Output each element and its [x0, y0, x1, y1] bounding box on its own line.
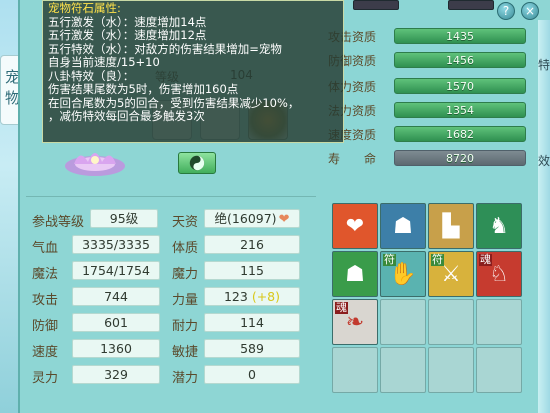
heart-shield-skill-icon: ❤	[345, 213, 365, 239]
mana-aptitude-row: 法力资质 1354	[328, 101, 526, 119]
attack-value: 744	[72, 287, 160, 306]
skill-slot[interactable]: 符 ✋	[380, 251, 426, 297]
skill-slot[interactable]: ♞	[476, 203, 522, 249]
stat-value-bar: 1570	[394, 78, 526, 94]
tooltip-line: ，减伤特效每回合最多触发3次	[48, 109, 205, 123]
tooltip-line: 五行特效（水）：对敌方的伤害结果增加=宠物	[48, 41, 282, 56]
talisman-hand-skill-icon: ✋	[389, 261, 417, 287]
attr-label: 攻击	[32, 293, 59, 308]
lifespan-label-char: 寿	[328, 151, 341, 166]
edge-text: 效	[538, 154, 550, 168]
lifespan-row: 寿 命 8720	[328, 149, 526, 167]
stat-value-bar: 1354	[394, 102, 526, 118]
beast-skill-icon: ♘	[489, 261, 509, 287]
talent-value: 绝(16097)	[214, 211, 277, 226]
spirit-value: 329	[72, 365, 160, 384]
constitution-value: 216	[204, 235, 300, 254]
lifespan-label-char: 命	[363, 151, 376, 166]
right-edge-decoration	[538, 20, 550, 413]
deer-skill-icon: ♞	[489, 213, 509, 239]
attr-label: 灵力	[32, 371, 59, 386]
strength-bonus: (+8)	[251, 289, 281, 304]
agility-value: 589	[204, 339, 300, 358]
skill-slot[interactable]: ☗	[332, 251, 378, 297]
mana-value: 1754/1754	[72, 261, 160, 280]
skill-slot-empty[interactable]	[428, 299, 474, 345]
top-thumbnail	[448, 0, 494, 10]
phoenix-skill-icon: ❧	[345, 309, 365, 335]
skill-slot-empty[interactable]	[476, 299, 522, 345]
talent-value-box: 绝(16097) ❤	[204, 209, 300, 228]
heart-icon: ❤	[278, 212, 290, 227]
tooltip-line: 八卦特效（良）：	[48, 68, 135, 83]
magic-value: 115	[204, 261, 300, 280]
stat-value-bar: 1456	[394, 52, 526, 68]
yin-yang-icon	[189, 155, 205, 171]
tooltip-line: 伤害结果尾数为5时，伤害增加160点	[48, 82, 239, 96]
strength-value-box: 123 (+8)	[204, 287, 300, 306]
attr-label: 速度	[32, 345, 59, 360]
skill-slot-empty[interactable]	[380, 347, 426, 393]
skill-slot[interactable]: 魂 ❧	[332, 299, 378, 345]
lifespan-value-bar: 8720	[394, 150, 526, 166]
join-level-value: 95级	[90, 209, 158, 228]
speed-value: 1360	[72, 339, 160, 358]
skill-grid: ❤ ☗ ▙ ♞ ☗ 符 ✋ 符 ⚔ 魂 ♘ 魂 ❧	[332, 203, 524, 395]
hp-value: 3335/3335	[72, 235, 160, 254]
green-giant-skill-icon: ☗	[345, 261, 365, 287]
hp-aptitude-row: 体力资质 1570	[328, 77, 526, 95]
skill-slot[interactable]: 魂 ♘	[476, 251, 522, 297]
skill-slot-empty[interactable]	[476, 347, 522, 393]
attack-aptitude-row: 攻击资质 1435	[328, 27, 526, 45]
tooltip-line: 五行激发（水）：速度增加12点	[48, 28, 207, 42]
skill-slot[interactable]: ☗	[380, 203, 426, 249]
attr-label: 魔法	[32, 267, 59, 282]
attr-label: 魔力	[172, 267, 199, 282]
endurance-value: 114	[204, 313, 300, 332]
attr-label: 防御	[32, 319, 59, 334]
lotus-pedestal-icon	[65, 153, 125, 176]
attr-label: 力量	[172, 293, 199, 308]
attr-label: 耐力	[172, 319, 199, 334]
skill-slot-empty[interactable]	[380, 299, 426, 345]
close-button[interactable]: ×	[521, 2, 539, 20]
skill-slot[interactable]: ▙	[428, 203, 474, 249]
defense-aptitude-row: 防御资质 1456	[328, 51, 526, 69]
defense-value: 601	[72, 313, 160, 332]
potential-value: 0	[204, 365, 300, 384]
blue-figure-skill-icon: ☗	[393, 213, 413, 239]
attr-label: 天资	[172, 215, 199, 230]
rune-stone-tooltip: 宠物符石属性: 五行激发（水）：速度增加14点 五行激发（水）：速度增加12点 …	[42, 0, 344, 143]
attr-label: 气血	[32, 241, 59, 256]
boot-skill-icon: ▙	[442, 213, 460, 239]
help-button[interactable]: ?	[497, 2, 515, 20]
divider	[26, 196, 316, 197]
tooltip-line: 在回合尾数为5的回合，受到伤害结果减少10%，	[48, 95, 300, 110]
yin-yang-button[interactable]	[178, 152, 216, 174]
stat-value-bar: 1682	[394, 126, 526, 142]
strength-value: 123	[223, 289, 248, 304]
lifespan-label: 寿 命	[328, 150, 376, 167]
edge-text: 特	[538, 58, 550, 72]
attr-label: 参战等级	[32, 215, 85, 230]
tooltip-line: 五行激发（水）：速度增加14点	[48, 14, 207, 29]
speed-aptitude-row: 速度资质 1682	[328, 125, 526, 143]
attr-label: 潜力	[172, 371, 199, 386]
skill-slot[interactable]: ❤	[332, 203, 378, 249]
top-thumbnail	[353, 0, 399, 10]
skill-slot[interactable]: 符 ⚔	[428, 251, 474, 297]
attr-label: 敏捷	[172, 345, 199, 360]
tooltip-line: 自身当前速度/15+10	[48, 55, 160, 69]
tooltip-title: 宠物符石属性:	[48, 1, 121, 15]
skill-slot-empty[interactable]	[332, 347, 378, 393]
attr-label: 体质	[172, 241, 199, 256]
stat-value-bar: 1435	[394, 28, 526, 44]
talisman-blade-skill-icon: ⚔	[441, 261, 461, 287]
skill-slot-empty[interactable]	[428, 347, 474, 393]
